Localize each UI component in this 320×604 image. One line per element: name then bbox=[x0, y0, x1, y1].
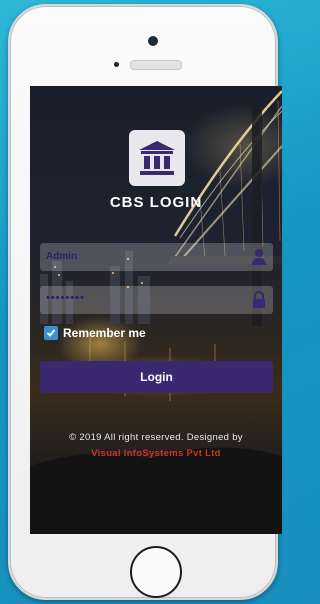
footer-company-link[interactable]: Visual InfoSystems Pvt Ltd bbox=[30, 448, 282, 459]
remember-me-checkbox[interactable] bbox=[44, 326, 58, 340]
checkmark-icon bbox=[46, 329, 56, 337]
login-button[interactable]: Login bbox=[40, 361, 273, 393]
app-logo bbox=[129, 130, 185, 186]
footer-copyright: © 2019 All right reserved. Designed by bbox=[69, 432, 243, 443]
password-field[interactable]: •••••••• bbox=[40, 286, 273, 314]
username-value[interactable]: Admin bbox=[46, 251, 77, 262]
remember-me-label: Remember me bbox=[63, 326, 146, 340]
lock-icon bbox=[253, 291, 265, 308]
proximity-sensor bbox=[114, 62, 119, 67]
front-camera bbox=[148, 36, 158, 46]
page-title: CBS LOGIN bbox=[109, 194, 203, 211]
home-button[interactable] bbox=[130, 546, 182, 598]
phone-frame: CBS LOGIN Admin •••••••• Remember me Log… bbox=[8, 4, 282, 600]
bank-building-icon bbox=[139, 141, 175, 175]
username-field[interactable]: Admin bbox=[40, 243, 273, 271]
login-screen: CBS LOGIN Admin •••••••• Remember me Log… bbox=[30, 86, 282, 534]
password-value[interactable]: •••••••• bbox=[46, 292, 85, 304]
earpiece-speaker bbox=[130, 60, 182, 70]
user-icon bbox=[252, 249, 266, 265]
remember-me-row[interactable]: Remember me bbox=[44, 326, 146, 340]
